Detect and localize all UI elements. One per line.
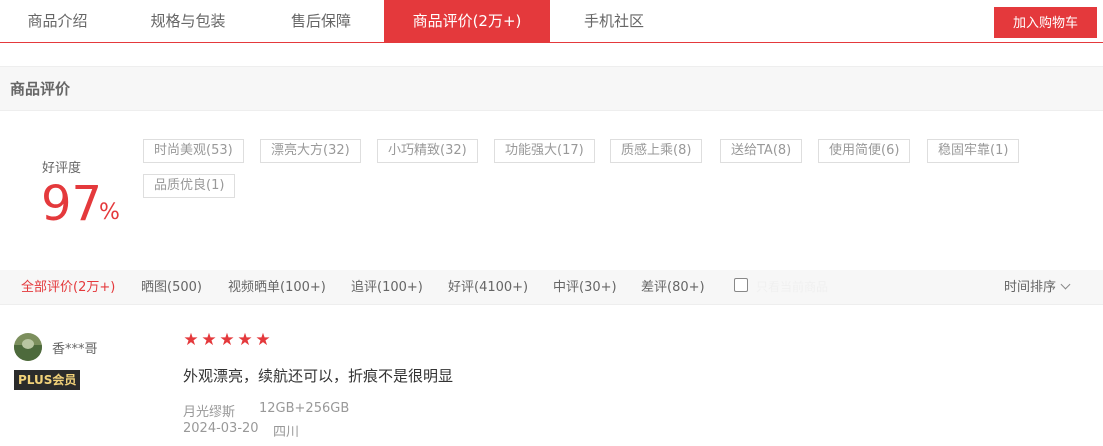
filter-follow-up[interactable]: 追评(100+) — [351, 270, 423, 305]
filter-all[interactable]: 全部评价(2万+) — [21, 270, 115, 305]
filter-photos[interactable]: 晒图(500) — [141, 270, 202, 305]
star-icon: ★ — [255, 330, 271, 350]
review-tag[interactable]: 质感上乘(8) — [610, 139, 703, 163]
only-current-product-checkbox[interactable] — [734, 278, 748, 292]
reviewer-name: 香***哥 — [52, 342, 98, 357]
review-filter-bar: 全部评价(2万+) 晒图(500) 视频晒单(100+) 追评(100+) 好评… — [0, 270, 1103, 305]
product-spec: 12GB+256GB — [259, 401, 350, 416]
filter-neutral[interactable]: 中评(30+) — [553, 270, 617, 305]
star-icon: ★ — [237, 330, 253, 350]
star-icon: ★ — [183, 330, 199, 350]
product-tab-bar: 商品介绍 规格与包装 售后保障 商品评价(2万+) 手机社区 加入购物车 — [0, 0, 1103, 43]
product-color: 月光缪斯 — [183, 405, 236, 420]
review-tag[interactable]: 稳固牢靠(1) — [927, 139, 1020, 163]
star-rating: ★ ★ ★ ★ ★ — [182, 330, 272, 350]
review-tag[interactable]: 漂亮大方(32) — [260, 139, 361, 163]
rating-unit: % — [99, 200, 120, 225]
avatar — [14, 333, 42, 361]
review-location: 四川 — [273, 425, 300, 440]
review-tag[interactable]: 小巧精致(32) — [377, 139, 478, 163]
section-title: 商品评价 — [0, 66, 1103, 111]
tab-product-intro[interactable]: 商品介绍 — [0, 0, 115, 42]
review-date: 2024-03-20 — [183, 421, 259, 436]
review-tag[interactable]: 功能强大(17) — [494, 139, 595, 163]
star-icon: ★ — [219, 330, 235, 350]
add-to-cart-button[interactable]: 加入购物车 — [994, 7, 1097, 38]
filter-videos[interactable]: 视频晒单(100+) — [228, 270, 326, 305]
filter-positive[interactable]: 好评(4100+) — [448, 270, 528, 305]
only-current-product-label: 只看当前商品 — [756, 280, 829, 294]
review-content: 外观漂亮，续航还可以，折痕不是很明显 — [183, 367, 454, 385]
tab-phone-community[interactable]: 手机社区 — [556, 0, 672, 42]
sort-label: 时间排序 — [1004, 280, 1057, 295]
chevron-down-icon — [1060, 279, 1071, 290]
plus-member-badge: PLUS会员 — [14, 370, 81, 390]
rating-value: 97 — [41, 176, 103, 232]
rating-label: 好评度 — [42, 161, 82, 176]
review-tag[interactable]: 品质优良(1) — [143, 174, 236, 198]
tab-reviews[interactable]: 商品评价(2万+) — [384, 0, 550, 42]
review-tag[interactable]: 送给TA(8) — [720, 139, 803, 163]
review-tag[interactable]: 使用简便(6) — [818, 139, 911, 163]
sort-by-time[interactable]: 时间排序 — [1004, 270, 1071, 305]
review-tag[interactable]: 时尚美观(53) — [143, 139, 244, 163]
tab-specs-packaging[interactable]: 规格与包装 — [128, 0, 248, 42]
filter-negative[interactable]: 差评(80+) — [641, 270, 705, 305]
tab-after-sales[interactable]: 售后保障 — [262, 0, 380, 42]
star-icon: ★ — [201, 330, 217, 350]
